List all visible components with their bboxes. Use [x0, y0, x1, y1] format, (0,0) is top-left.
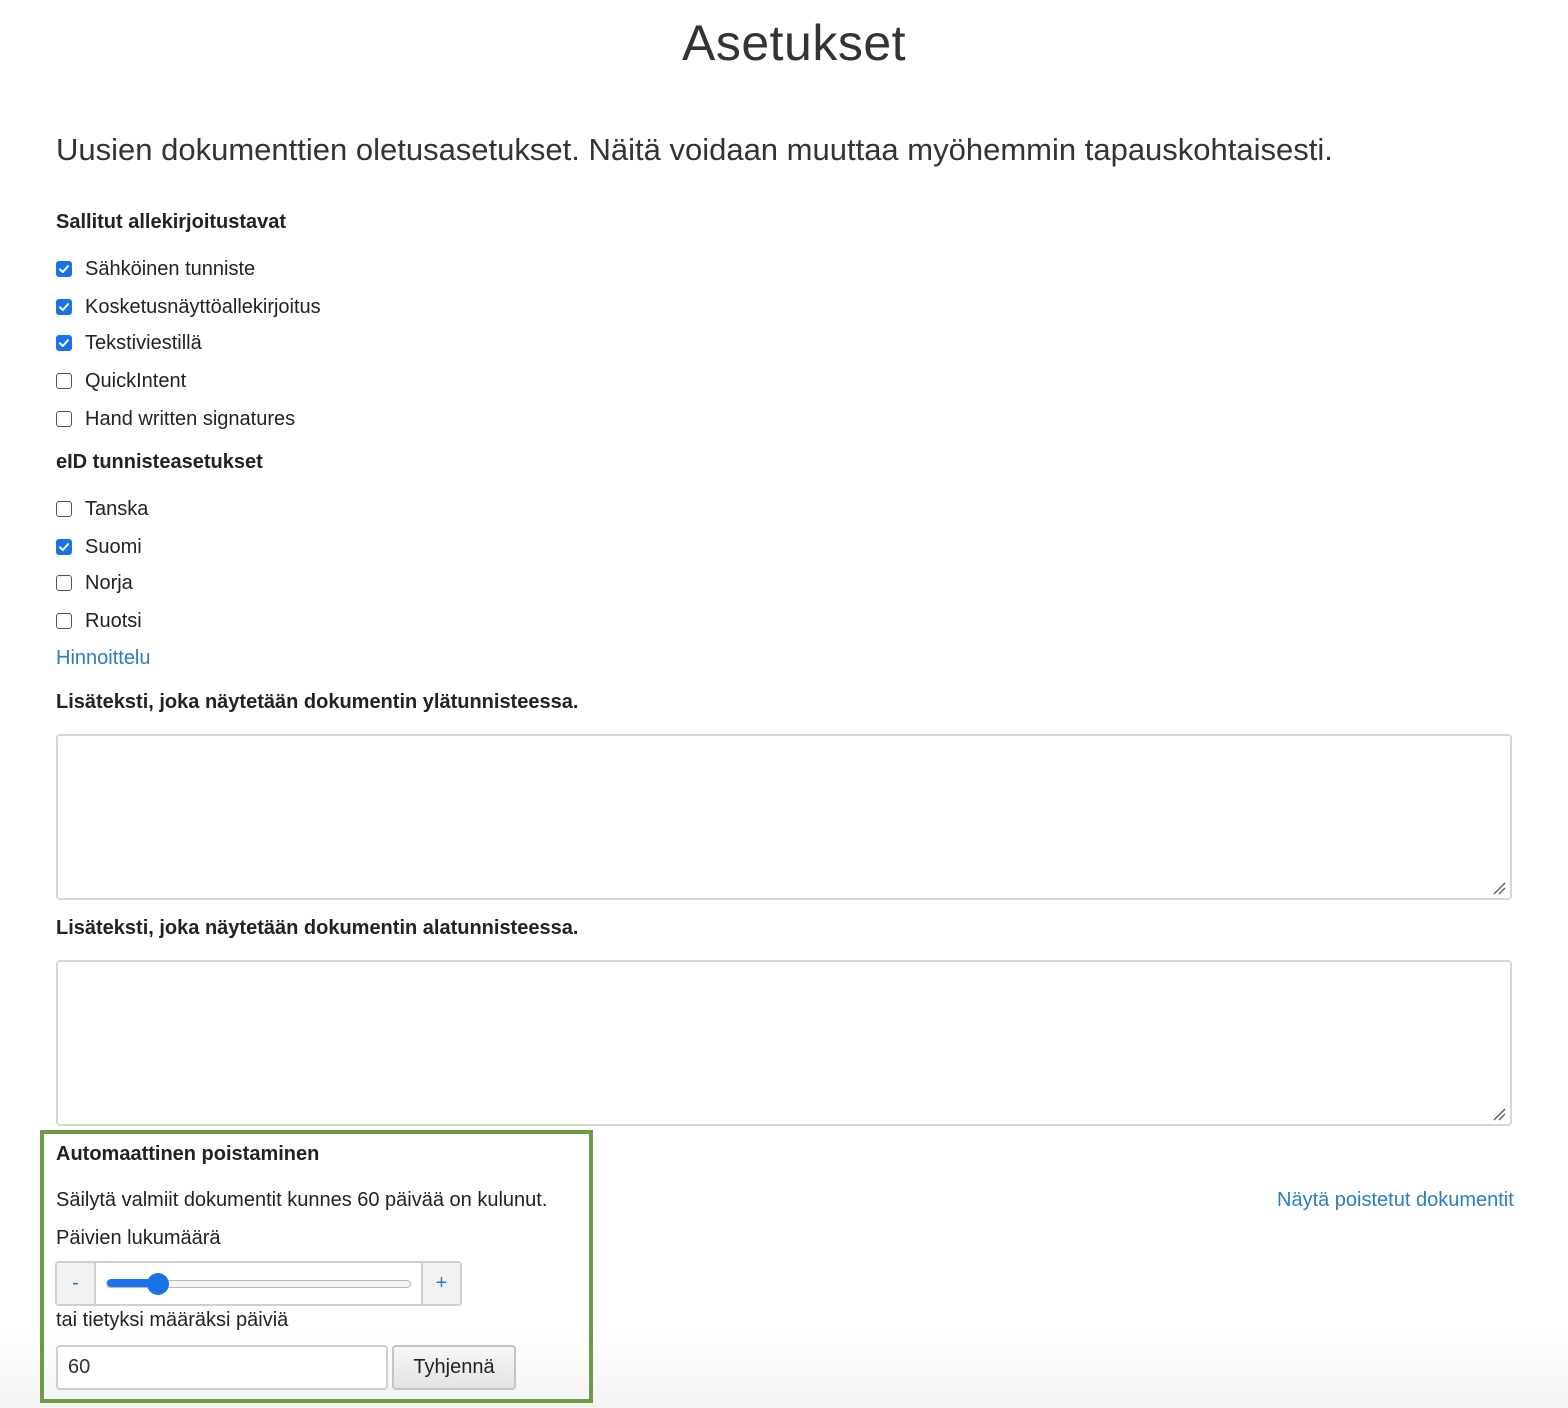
checkbox-row-norway[interactable]: Norja	[56, 571, 133, 595]
checkbox-label: Kosketusnäyttöallekirjoitus	[85, 295, 321, 318]
checkbox-label: QuickIntent	[85, 369, 187, 392]
checkmark-icon	[59, 303, 69, 311]
checkbox-label: Sähköinen tunniste	[85, 257, 256, 280]
checkmark-icon	[59, 339, 69, 347]
checkbox[interactable]	[56, 575, 72, 591]
footer-text-label: Lisäteksti, joka näytetään dokumentin al…	[56, 917, 579, 939]
checkbox[interactable]	[56, 613, 72, 629]
footer-text-input[interactable]	[56, 960, 1512, 1126]
checkbox[interactable]	[56, 335, 72, 351]
eid-settings-heading: eID tunnisteasetukset	[56, 451, 263, 473]
checkbox-label: Norja	[85, 571, 133, 594]
checkbox[interactable]	[56, 373, 72, 389]
checkbox-label: Tekstiviestillä	[85, 331, 202, 354]
auto-delete-heading: Automaattinen poistaminen	[56, 1143, 320, 1165]
checkbox-row-handwritten[interactable]: Hand written signatures	[56, 407, 295, 431]
resize-grip-icon[interactable]	[1492, 881, 1506, 895]
checkbox-row-denmark[interactable]: Tanska	[56, 497, 148, 521]
checkmark-icon	[59, 265, 69, 273]
checkbox-row-electronic-id[interactable]: Sähköinen tunniste	[56, 257, 255, 281]
checkmark-icon	[59, 543, 69, 551]
checkbox-row-quickintent[interactable]: QuickIntent	[56, 369, 186, 393]
page-title: Asetukset	[681, 15, 907, 71]
specific-days-label: tai tietyksi määräksi päiviä	[56, 1309, 289, 1331]
days-slider-area	[96, 1263, 421, 1304]
checkbox[interactable]	[56, 261, 72, 277]
resize-grip-icon[interactable]	[1492, 1107, 1506, 1121]
auto-delete-description: Säilytä valmiit dokumentit kunnes 60 päi…	[56, 1189, 548, 1211]
checkbox-row-sms[interactable]: Tekstiviestillä	[56, 331, 202, 355]
days-input[interactable]	[56, 1345, 388, 1390]
days-slider-group: - +	[55, 1261, 462, 1306]
checkbox[interactable]	[56, 411, 72, 427]
increase-days-button[interactable]: +	[421, 1263, 460, 1304]
checkbox-row-sweden[interactable]: Ruotsi	[56, 609, 142, 633]
days-count-label: Päivien lukumäärä	[56, 1227, 221, 1249]
checkbox-label: Tanska	[85, 497, 149, 520]
clear-button[interactable]: Tyhjennä	[392, 1345, 516, 1390]
checkbox-row-finland[interactable]: Suomi	[56, 535, 142, 559]
checkbox[interactable]	[56, 299, 72, 315]
show-deleted-documents-link[interactable]: Näytä poistetut dokumentit	[1277, 1189, 1514, 1212]
checkbox-label: Ruotsi	[85, 609, 142, 632]
checkbox[interactable]	[56, 539, 72, 555]
days-slider-thumb[interactable]	[146, 1272, 169, 1295]
checkbox-row-touchscreen-signature[interactable]: Kosketusnäyttöallekirjoitus	[56, 295, 321, 319]
checkbox-label: Suomi	[85, 535, 142, 558]
decrease-days-button[interactable]: -	[57, 1263, 96, 1304]
checkbox-label: Hand written signatures	[85, 407, 296, 430]
settings-page: Asetukset Uusien dokumenttien oletusaset…	[0, 0, 1568, 1408]
pricing-link[interactable]: Hinnoittelu	[56, 647, 151, 670]
intro-text: Uusien dokumenttien oletusasetukset. Näi…	[56, 132, 1333, 167]
header-text-label: Lisäteksti, joka näytetään dokumentin yl…	[56, 691, 579, 713]
signature-methods-heading: Sallitut allekirjoitustavat	[56, 211, 287, 233]
checkbox[interactable]	[56, 501, 72, 517]
header-text-input[interactable]	[56, 734, 1512, 900]
